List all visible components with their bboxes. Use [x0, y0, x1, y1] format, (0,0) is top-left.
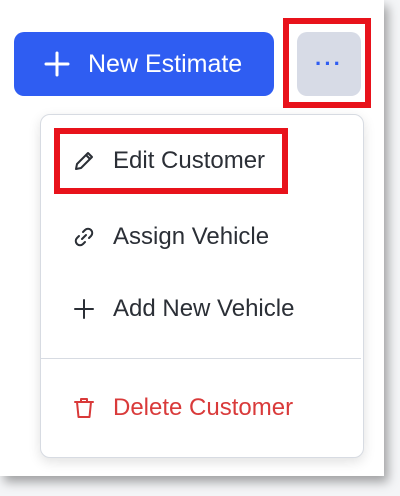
new-estimate-label: New Estimate [88, 49, 243, 78]
edit-customer-highlight [54, 128, 288, 194]
link-icon [71, 224, 97, 250]
plus-icon [71, 296, 97, 322]
menu-item-assign-vehicle[interactable]: Assign Vehicle [41, 209, 361, 265]
menu-item-label: Add New Vehicle [113, 295, 295, 322]
trash-icon [71, 395, 97, 421]
menu-item-label: Delete Customer [113, 394, 294, 421]
more-options-icon: ··· [315, 51, 343, 76]
menu-item-delete-customer[interactable]: Delete Customer [41, 380, 361, 436]
menu-item-add-new-vehicle[interactable]: Add New Vehicle [41, 281, 361, 337]
plus-icon [42, 49, 72, 79]
menu-item-label: Assign Vehicle [113, 223, 270, 250]
new-estimate-button[interactable]: New Estimate [14, 32, 274, 96]
menu-divider [41, 358, 361, 359]
more-options-button[interactable]: ··· [297, 32, 361, 96]
